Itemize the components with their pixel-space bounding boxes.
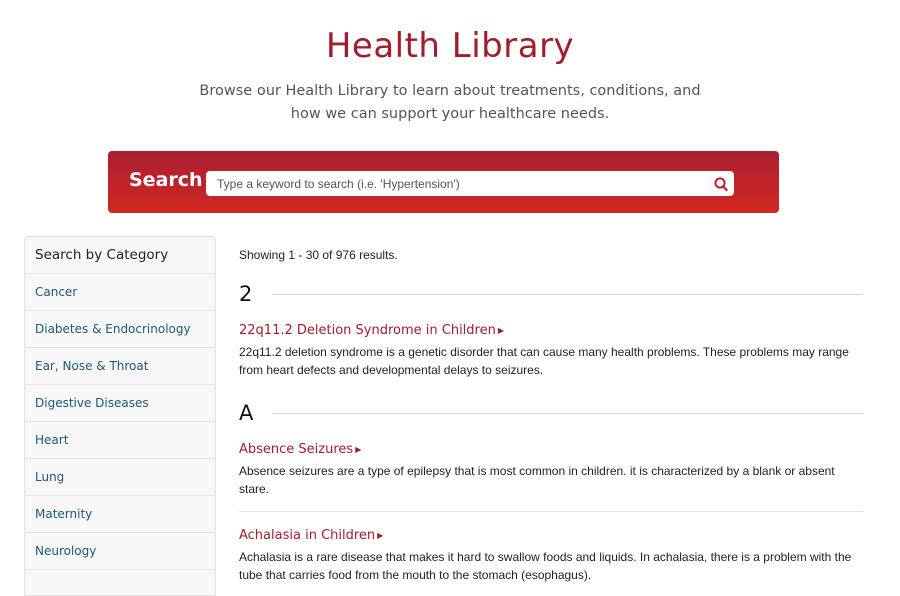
sidebar-item-ear-nose-throat[interactable]: Ear, Nose & Throat <box>25 348 215 385</box>
entry-description: 22q11.2 deletion syndrome is a genetic d… <box>239 345 849 377</box>
list-item: 22q11.2 Deletion Syndrome in Children ▶ 2… <box>239 306 863 379</box>
letter-section-header: 2 <box>239 282 863 306</box>
search-icon[interactable] <box>713 176 729 192</box>
results-count: Showing 1 - 30 of 976 results. <box>239 248 398 262</box>
search-label: Search <box>129 169 203 191</box>
entry-title-link[interactable]: Achalasia in Children ▶ <box>239 528 383 543</box>
sidebar-heading: Search by Category <box>25 237 215 274</box>
caret-right-icon: ▶ <box>497 326 504 335</box>
subtitle-line-2: how we can support your healthcare needs… <box>290 106 610 122</box>
list-item: Absence Seizures ▶ Absence seizures are a… <box>239 425 863 498</box>
entry-description: Absence seizures are a type of epilepsy … <box>239 464 835 496</box>
caret-right-icon: ▶ <box>355 445 362 454</box>
sidebar-item-lung[interactable]: Lung <box>25 459 215 496</box>
list-item: Achalasia in Children ▶ Achalasia is a ra… <box>239 511 863 584</box>
section-divider <box>272 293 863 295</box>
entry-title-text: Achalasia in Children <box>239 528 376 543</box>
search-panel: Search <box>108 151 779 213</box>
page-title: Health Library <box>325 26 575 66</box>
caret-right-icon: ▶ <box>377 531 384 540</box>
sidebar-item-maternity[interactable]: Maternity <box>25 496 215 533</box>
entry-title-text: Absence Seizures <box>239 442 354 457</box>
entry-title-link[interactable]: Absence Seizures ▶ <box>239 442 361 457</box>
entry-title-link[interactable]: 22q11.2 Deletion Syndrome in Children ▶ <box>239 323 504 338</box>
sidebar-item-heart[interactable]: Heart <box>25 422 215 459</box>
category-sidebar: Search by Category Cancer Diabetes & End… <box>24 236 216 596</box>
entry-title-text: 22q11.2 Deletion Syndrome in Children <box>239 323 496 338</box>
letter-section-header: A <box>239 401 863 425</box>
sidebar-item-digestive-diseases[interactable]: Digestive Diseases <box>25 385 215 422</box>
entry-description: Achalasia is a rare disease that makes i… <box>239 550 852 582</box>
section-letter: 2 <box>239 282 253 306</box>
section-letter: A <box>239 401 254 425</box>
sidebar-item-cancer[interactable]: Cancer <box>25 274 215 311</box>
section-divider <box>272 412 863 414</box>
page-subtitle: Browse our Health Library to learn about… <box>0 80 900 126</box>
sidebar-item-neurology[interactable]: Neurology <box>25 533 215 570</box>
results-list: Showing 1 - 30 of 976 results. 2 22q11.2… <box>239 248 863 584</box>
sidebar-item-diabetes-endocrinology[interactable]: Diabetes & Endocrinology <box>25 311 215 348</box>
search-input[interactable] <box>206 171 734 196</box>
subtitle-line-1: Browse our Health Library to learn about… <box>199 83 701 99</box>
